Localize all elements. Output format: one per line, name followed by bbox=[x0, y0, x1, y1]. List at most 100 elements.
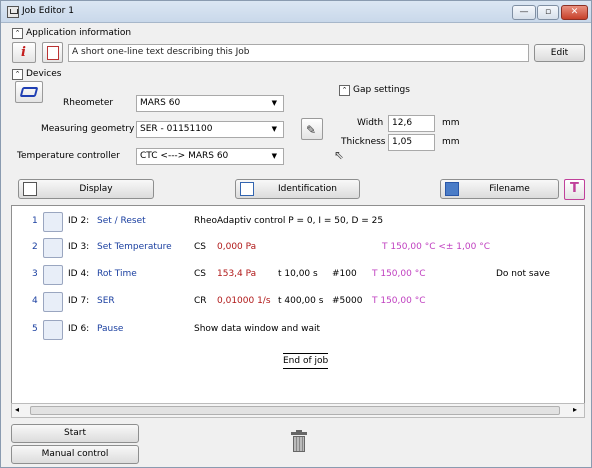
mouse-cursor-icon: ⇖ bbox=[334, 148, 345, 162]
row-temperature: T 150,00 °C bbox=[372, 269, 426, 279]
geometry-icon bbox=[19, 87, 39, 97]
scroll-left-icon[interactable]: ◂ bbox=[15, 405, 19, 414]
info-icon: i bbox=[21, 45, 26, 60]
row-name: Set Temperature bbox=[97, 242, 172, 252]
pdf-icon bbox=[47, 46, 59, 60]
row-number: 2 bbox=[32, 242, 38, 252]
temperature-controller-label: Temperature controller bbox=[17, 151, 120, 161]
row-detail: Show data window and wait bbox=[194, 324, 320, 334]
filename-label: Filename bbox=[489, 184, 530, 194]
edit-button[interactable]: Edit bbox=[534, 44, 585, 62]
end-of-job-label: End of job bbox=[283, 353, 329, 369]
app-info-label: Application information bbox=[26, 28, 132, 38]
scrollbar-thumb[interactable] bbox=[30, 406, 560, 415]
row-id: ID 6: bbox=[68, 324, 90, 334]
measuring-tool-button[interactable]: ✎ bbox=[301, 118, 323, 140]
thickness-label: Thickness bbox=[341, 137, 386, 147]
filename-button[interactable]: Filename bbox=[440, 179, 559, 199]
row-number: 5 bbox=[32, 324, 38, 334]
row-name: Rot Time bbox=[97, 269, 137, 279]
window-title: Job Editor 1 bbox=[22, 6, 74, 16]
list-item[interactable]: 5 ID 6: Pause Show data window and wait bbox=[12, 320, 572, 340]
row-name: Pause bbox=[97, 324, 124, 334]
app-icon bbox=[7, 6, 19, 18]
devices-label: Devices bbox=[26, 69, 62, 79]
row-detail: RheoAdaptiv control P = 0, I = 50, D = 2… bbox=[194, 216, 384, 226]
chevron-down-icon: ▼ bbox=[271, 152, 277, 160]
row-time: t 10,00 s bbox=[278, 269, 318, 279]
info-button[interactable]: i bbox=[12, 42, 36, 63]
thermometer-icon bbox=[43, 238, 63, 258]
display-button[interactable]: Display bbox=[18, 179, 154, 199]
width-unit: mm bbox=[442, 118, 460, 128]
description-field[interactable]: A short one-line text describing this Jo… bbox=[68, 44, 529, 62]
temperature-controller-select[interactable]: CTC <---> MARS 60 ▼ bbox=[136, 148, 284, 165]
row-temperature: T 150,00 °C <± 1,00 °C bbox=[382, 242, 490, 252]
template-button[interactable]: T bbox=[564, 179, 585, 200]
row-mode: CS bbox=[194, 242, 206, 252]
row-count: #100 bbox=[332, 269, 357, 279]
row-number: 1 bbox=[32, 216, 38, 226]
start-button[interactable]: Start bbox=[11, 424, 139, 443]
set-reset-icon bbox=[43, 212, 63, 232]
close-button[interactable]: ✕ bbox=[561, 5, 588, 20]
geometry-select[interactable]: SER - 01151100 ▼ bbox=[136, 121, 284, 138]
row-value: 0,01000 1/s bbox=[217, 296, 271, 306]
row-number: 3 bbox=[32, 269, 38, 279]
list-item[interactable]: 1 ID 2: Set / Reset RheoAdaptiv control … bbox=[12, 212, 572, 232]
row-number: 4 bbox=[32, 296, 38, 306]
identification-icon bbox=[240, 182, 254, 196]
row-temperature: T 150,00 °C bbox=[372, 296, 426, 306]
row-mode: CS bbox=[194, 269, 206, 279]
rot-time-icon bbox=[43, 265, 63, 285]
geometry-value: SER - 01151100 bbox=[140, 124, 213, 134]
row-extra: Do not save bbox=[496, 269, 550, 279]
maximize-button[interactable]: ▫ bbox=[537, 5, 559, 20]
row-id: ID 7: bbox=[68, 296, 90, 306]
row-name: Set / Reset bbox=[97, 216, 146, 226]
horizontal-scrollbar[interactable]: ◂ ▸ bbox=[11, 403, 585, 418]
row-name: SER bbox=[97, 296, 115, 306]
collapse-app-info-icon[interactable]: ⌃ bbox=[12, 28, 23, 39]
minimize-button[interactable]: — bbox=[512, 5, 536, 20]
wrench-icon: ✎ bbox=[306, 123, 317, 137]
rheometer-select[interactable]: MARS 60 ▼ bbox=[136, 95, 284, 112]
scroll-right-icon[interactable]: ▸ bbox=[573, 405, 577, 414]
template-icon: T bbox=[570, 181, 579, 196]
temperature-controller-value: CTC <---> MARS 60 bbox=[140, 151, 229, 161]
identification-button[interactable]: Identification bbox=[235, 179, 360, 199]
manual-control-button[interactable]: Manual control bbox=[11, 445, 139, 464]
chart-icon bbox=[23, 182, 37, 196]
trash-icon[interactable] bbox=[291, 430, 307, 452]
chevron-down-icon: ▼ bbox=[271, 99, 277, 107]
thickness-input[interactable]: 1,05 bbox=[388, 134, 435, 151]
rheometer-label: Rheometer bbox=[63, 98, 114, 108]
collapse-devices-icon[interactable]: ⌃ bbox=[12, 69, 23, 80]
width-input[interactable]: 12,6 bbox=[388, 115, 435, 132]
ser-icon bbox=[43, 292, 63, 312]
rheometer-value: MARS 60 bbox=[140, 98, 181, 108]
list-item[interactable]: 3 ID 4: Rot Time CS 153,4 Pa t 10,00 s #… bbox=[12, 265, 572, 285]
chevron-down-icon: ▼ bbox=[271, 125, 277, 133]
row-id: ID 2: bbox=[68, 216, 90, 226]
pdf-button[interactable] bbox=[42, 42, 63, 63]
display-label: Display bbox=[79, 184, 113, 194]
row-value: 153,4 Pa bbox=[217, 269, 257, 279]
thickness-unit: mm bbox=[442, 137, 460, 147]
geometry-config-button[interactable] bbox=[15, 81, 43, 103]
row-time: t 400,00 s bbox=[278, 296, 324, 306]
job-list[interactable]: 1 ID 2: Set / Reset RheoAdaptiv control … bbox=[11, 205, 585, 418]
row-mode: CR bbox=[194, 296, 207, 306]
geometry-label: Measuring geometry bbox=[41, 124, 135, 134]
identification-label: Identification bbox=[277, 184, 337, 194]
gap-settings-label: Gap settings bbox=[353, 85, 410, 95]
width-label: Width bbox=[357, 118, 384, 128]
collapse-gap-icon[interactable]: ⌃ bbox=[339, 85, 350, 96]
pause-icon bbox=[43, 320, 63, 340]
row-count: #5000 bbox=[332, 296, 363, 306]
list-item[interactable]: 4 ID 7: SER CR 0,01000 1/s t 400,00 s #5… bbox=[12, 292, 572, 312]
row-value: 0,000 Pa bbox=[217, 242, 257, 252]
job-editor-window: Job Editor 1 — ▫ ✕ ⌃ Application informa… bbox=[0, 0, 592, 468]
list-item[interactable]: 2 ID 3: Set Temperature CS 0,000 Pa T 15… bbox=[12, 238, 572, 258]
title-bar: Job Editor 1 — ▫ ✕ bbox=[1, 1, 591, 23]
